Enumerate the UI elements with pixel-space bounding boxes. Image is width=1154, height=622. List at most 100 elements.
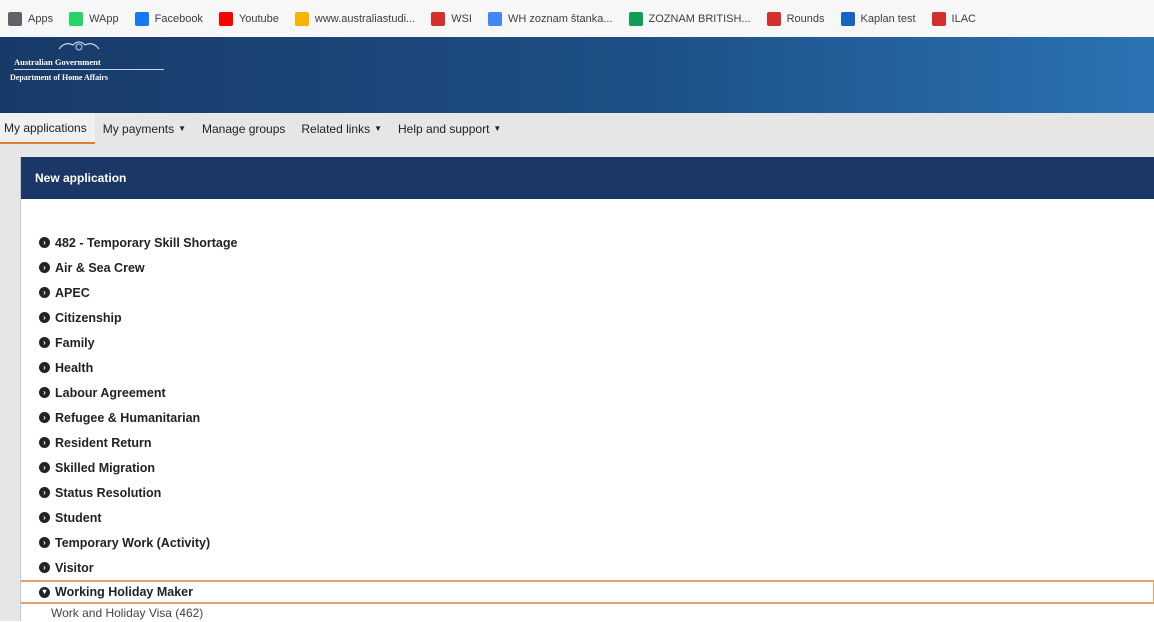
category-status-resolution[interactable]: › Status Resolution xyxy=(21,480,1154,505)
government-title: Australian Government xyxy=(14,57,101,67)
category-label: Family xyxy=(55,335,95,350)
category-label: Visitor xyxy=(55,560,94,575)
nav-label: Help and support xyxy=(398,121,490,136)
category-working-holiday-maker[interactable]: ▾ Working Holiday Maker xyxy=(21,580,1154,604)
site-icon xyxy=(294,11,309,26)
category-label: Status Resolution xyxy=(55,485,162,500)
chevron-right-circle-icon: › xyxy=(39,387,50,398)
category-label: APEC xyxy=(55,285,90,300)
main-nav: My applications My payments ▼ Manage groups… xyxy=(0,113,1154,144)
bookmark-label: Apps xyxy=(28,12,54,25)
bookmark-www-australiastudi[interactable]: www.australiastudi... xyxy=(294,11,416,26)
nav-manage-groups[interactable]: Manage groups xyxy=(194,113,293,144)
bookmark-label: WApp xyxy=(89,12,119,25)
category-student[interactable]: › Student xyxy=(21,505,1154,530)
category-label: 482 - Temporary Skill Shortage xyxy=(55,235,238,250)
category-label: Air & Sea Crew xyxy=(55,260,145,275)
bookmark-ilac[interactable]: ILAC xyxy=(931,11,977,26)
nav-label: My applications xyxy=(4,120,87,135)
subcategory-work-and-holiday-visa-462[interactable]: Work and Holiday Visa (462) xyxy=(21,604,1154,622)
department-title: Department of Home Affairs xyxy=(10,73,108,82)
sheets-icon xyxy=(628,11,643,26)
category-resident-return[interactable]: › Resident Return xyxy=(21,430,1154,455)
site-header-banner: Australian Government Department of Home… xyxy=(0,37,1154,113)
nav-label: My payments xyxy=(102,121,175,136)
bookmark-facebook[interactable]: Facebook xyxy=(134,11,203,26)
category-refugee-humanitarian[interactable]: › Refugee & Humanitarian xyxy=(21,405,1154,430)
chevron-right-circle-icon: › xyxy=(39,537,50,548)
nav-related-links[interactable]: Related links ▼ xyxy=(293,113,390,144)
bookmarks-bar: Apps WApp Facebook Youtube www.australiastud… xyxy=(0,0,1154,37)
caret-down-icon: ▼ xyxy=(374,124,383,133)
chevron-right-circle-icon: › xyxy=(39,312,50,323)
category-label: Labour Agreement xyxy=(55,385,166,400)
maple-leaf-icon xyxy=(766,11,781,26)
bookmark-youtube[interactable]: Youtube xyxy=(218,11,279,26)
chevron-right-circle-icon: › xyxy=(39,412,50,423)
nav-my-applications[interactable]: My applications xyxy=(0,113,95,144)
chevron-down-circle-icon: ▾ xyxy=(39,586,50,598)
apps-grid-icon xyxy=(8,11,22,26)
bookmark-zoznam-british[interactable]: ZOZNAM BRITISH... xyxy=(628,11,751,26)
category-label: Refugee & Humanitarian xyxy=(55,410,201,425)
chevron-right-circle-icon: › xyxy=(39,462,50,473)
bookmark-label: Youtube xyxy=(238,12,279,25)
maple-leaf-icon xyxy=(931,11,946,26)
bookmark-wsi[interactable]: WSI xyxy=(431,11,472,26)
bookmark-rounds[interactable]: Rounds xyxy=(766,11,825,26)
category-apec[interactable]: › APEC xyxy=(21,280,1154,305)
category-health[interactable]: › Health xyxy=(21,355,1154,380)
caret-down-icon: ▼ xyxy=(178,124,186,133)
content-background xyxy=(0,144,1154,157)
kaplan-icon xyxy=(840,11,855,26)
caret-down-icon: ▼ xyxy=(493,124,502,133)
category-skilled-migration[interactable]: › Skilled Migration xyxy=(21,455,1154,480)
category-visitor[interactable]: › Visitor xyxy=(21,555,1154,580)
category-temporary-work-activity[interactable]: › Temporary Work (Activity) xyxy=(21,530,1154,555)
bookmark-label: ZOZNAM BRITISH... xyxy=(648,12,751,25)
nav-help-and-support[interactable]: Help and support ▼ xyxy=(390,113,509,144)
category-family[interactable]: › Family xyxy=(21,330,1154,355)
bookmark-label: ILAC xyxy=(951,12,977,25)
category-label: Citizenship xyxy=(55,310,122,325)
category-label: Resident Return xyxy=(55,435,152,450)
bookmark-wapp[interactable]: WApp xyxy=(69,11,119,26)
bookmark-wh-zoznam-tanka[interactable]: WH zoznam štanka... xyxy=(487,11,613,26)
chevron-right-circle-icon: › xyxy=(39,562,50,573)
category-label: Temporary Work (Activity) xyxy=(55,535,211,550)
bookmark-apps[interactable]: Apps xyxy=(8,11,54,26)
nav-label: Related links xyxy=(301,121,371,136)
chevron-right-circle-icon: › xyxy=(39,437,50,448)
new-application-panel: New application › 482 - Temporary Skill S… xyxy=(20,157,1154,621)
content-background-left xyxy=(0,144,20,621)
chevron-right-circle-icon: › xyxy=(39,237,50,248)
category-482-temporary-skill-shortage[interactable]: › 482 - Temporary Skill Shortage xyxy=(21,230,1154,255)
google-icon xyxy=(487,11,502,26)
bookmark-kaplan-test[interactable]: Kaplan test xyxy=(840,11,916,26)
bookmark-label: www.australiastudi... xyxy=(314,12,416,25)
coat-of-arms-icon xyxy=(58,41,100,51)
category-label: Health xyxy=(55,360,94,375)
visa-category-list: › 482 - Temporary Skill Shortage › Air & Se… xyxy=(21,230,1154,622)
category-air-sea-crew[interactable]: › Air & Sea Crew xyxy=(21,255,1154,280)
whatsapp-icon xyxy=(69,11,84,26)
youtube-icon xyxy=(218,11,233,26)
chevron-right-circle-icon: › xyxy=(39,512,50,523)
header-divider xyxy=(14,69,164,70)
maple-leaf-icon xyxy=(431,11,446,26)
category-citizenship[interactable]: › Citizenship xyxy=(21,305,1154,330)
chevron-right-circle-icon: › xyxy=(39,262,50,273)
chevron-right-circle-icon: › xyxy=(39,337,50,348)
bookmark-label: Rounds xyxy=(786,12,825,25)
chevron-right-circle-icon: › xyxy=(39,487,50,498)
category-label: Skilled Migration xyxy=(55,460,156,475)
bookmark-label: Facebook xyxy=(154,12,203,25)
bookmark-label: WH zoznam štanka... xyxy=(507,12,613,25)
category-label: Student xyxy=(55,510,102,525)
category-labour-agreement[interactable]: › Labour Agreement xyxy=(21,380,1154,405)
nav-my-payments[interactable]: My payments ▼ xyxy=(95,113,194,144)
category-label: Working Holiday Maker xyxy=(55,585,193,599)
facebook-icon xyxy=(134,11,149,26)
bookmark-label: WSI xyxy=(451,12,472,25)
chevron-right-circle-icon: › xyxy=(39,362,50,373)
